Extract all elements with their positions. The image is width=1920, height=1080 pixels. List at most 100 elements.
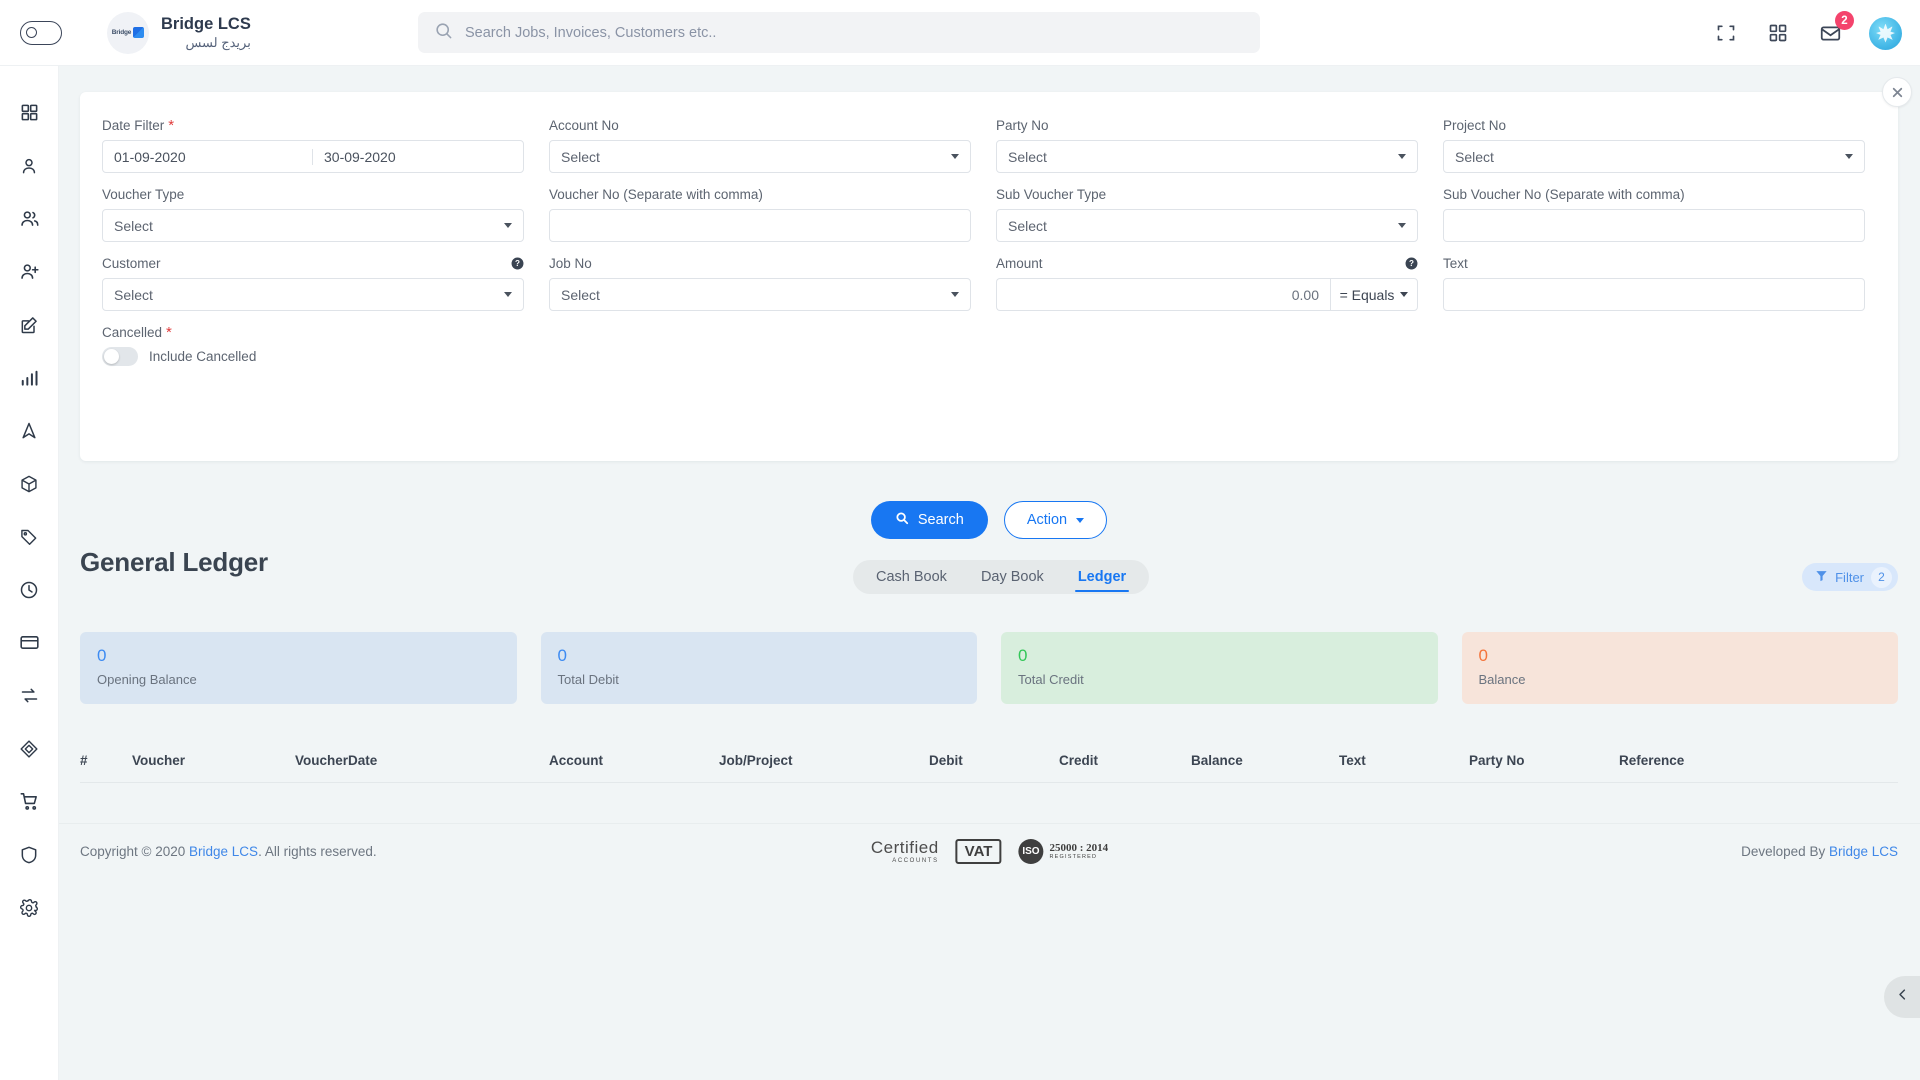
column-header[interactable]: Text	[1339, 753, 1469, 768]
sidebar-item-payments[interactable]	[0, 616, 59, 669]
customer-select[interactable]: Select	[102, 278, 524, 311]
field-account-no: Account No Select	[549, 116, 971, 173]
tab-cash-book[interactable]: Cash Book	[859, 560, 964, 594]
field-voucher-no: Voucher No (Separate with comma)	[549, 185, 971, 242]
field-voucher-type: Voucher Type Select	[102, 185, 524, 242]
help-icon[interactable]: ?	[511, 257, 524, 270]
action-button[interactable]: Action	[1003, 501, 1108, 539]
filter-button[interactable]: Filter 2	[1802, 563, 1898, 591]
global-search[interactable]	[418, 12, 1260, 53]
sidebar-item-package[interactable]	[0, 457, 59, 510]
sidebar-item-purchase[interactable]	[0, 775, 59, 828]
apps-grid-icon[interactable]	[1765, 20, 1791, 46]
voucher-no-input[interactable]	[549, 209, 971, 242]
job-no-value: Select	[561, 286, 600, 303]
vat-badge: VAT	[955, 838, 1002, 864]
sidebar-item-add-user[interactable]	[0, 245, 59, 298]
column-header[interactable]: Credit	[1059, 753, 1191, 768]
logo-text: Bridge	[111, 29, 132, 36]
sidebar-item-transfers[interactable]	[0, 669, 59, 722]
column-header[interactable]: Reference	[1619, 753, 1769, 768]
column-header[interactable]: VoucherDate	[295, 753, 549, 768]
account-no-select[interactable]: Select	[549, 140, 971, 173]
chevron-down-icon	[1398, 223, 1406, 228]
label-text-field: Text	[1443, 254, 1865, 272]
label-amount: Amount ?	[996, 254, 1418, 272]
sidebar-item-security[interactable]	[0, 828, 59, 881]
amount-operator-dropdown[interactable]: = Equals	[1330, 278, 1418, 311]
toggle-knob-icon	[104, 349, 119, 364]
text-input[interactable]	[1443, 278, 1865, 311]
panel-collapse-handle[interactable]	[1884, 976, 1920, 1018]
column-header[interactable]: Job/Project	[719, 753, 929, 768]
card-label: Opening Balance	[97, 672, 197, 688]
column-header[interactable]: Debit	[929, 753, 1059, 768]
sidebar-item-tags[interactable]	[0, 510, 59, 563]
sidebar-toggle-button[interactable]	[20, 20, 62, 45]
voucher-type-select[interactable]: Select	[102, 209, 524, 242]
column-header[interactable]: Balance	[1191, 753, 1339, 768]
avatar-image	[1876, 23, 1895, 43]
sidebar-item-users[interactable]	[0, 192, 59, 245]
avatar[interactable]	[1869, 16, 1902, 50]
certified-label: Certified	[870, 837, 939, 857]
label-voucher-no: Voucher No (Separate with comma)	[549, 185, 971, 203]
developer-link[interactable]: Bridge LCS	[1829, 844, 1898, 859]
tab-ledger[interactable]: Ledger	[1061, 560, 1143, 594]
card-value: 0	[1018, 646, 1028, 665]
label-sub-voucher-type: Sub Voucher Type	[996, 185, 1418, 203]
label-text: Project No	[1443, 117, 1507, 133]
include-cancelled-toggle[interactable]	[102, 347, 138, 366]
sub-voucher-type-select[interactable]: Select	[996, 209, 1418, 242]
amount-input[interactable]: 0.00	[996, 278, 1330, 311]
job-no-select[interactable]: Select	[549, 278, 971, 311]
sidebar-item-reports[interactable]	[0, 351, 59, 404]
search-icon	[895, 511, 909, 529]
fullscreen-icon[interactable]	[1713, 20, 1739, 46]
column-header[interactable]: Account	[549, 753, 719, 768]
tab-label: Cash Book	[876, 569, 947, 585]
column-header[interactable]: Party No	[1469, 753, 1619, 768]
chevron-down-icon	[1400, 292, 1409, 297]
sidebar-item-history[interactable]	[0, 563, 59, 616]
label-text: Date Filter	[102, 117, 165, 133]
action-button-label: Action	[1026, 512, 1068, 528]
date-from-input[interactable]: 01-09-2020	[103, 148, 313, 165]
help-icon[interactable]: ?	[1405, 257, 1418, 270]
column-header[interactable]: #	[80, 753, 132, 768]
search-button[interactable]: Search	[870, 501, 988, 539]
chevron-down-icon	[504, 292, 512, 297]
required-marker: *	[166, 323, 172, 341]
field-sub-voucher-type: Sub Voucher Type Select	[996, 185, 1418, 242]
search-input[interactable]	[465, 24, 1165, 41]
date-to-input[interactable]: 30-09-2020	[313, 149, 523, 165]
label-project-no: Project No	[1443, 116, 1865, 134]
tab-day-book[interactable]: Day Book	[964, 560, 1061, 594]
footer-brand-link[interactable]: Bridge LCS	[189, 844, 258, 859]
iso-registered: REGISTERED	[1049, 854, 1098, 861]
sidebar-item-navigation[interactable]	[0, 404, 59, 457]
project-no-select[interactable]: Select	[1443, 140, 1865, 173]
table-body-empty	[80, 783, 1898, 821]
toggle-knob-icon	[26, 27, 37, 38]
date-range-control[interactable]: 01-09-2020 30-09-2020	[102, 140, 524, 173]
sidebar-item-user[interactable]	[0, 139, 59, 192]
close-icon[interactable]	[1882, 77, 1912, 107]
card-label: Balance	[1478, 672, 1526, 688]
sidebar-item-dashboard[interactable]	[0, 86, 59, 139]
column-header[interactable]: Voucher	[132, 753, 295, 768]
copyright-prefix: Copyright © 2020	[80, 843, 190, 859]
sidebar-item-edit[interactable]	[0, 298, 59, 351]
party-no-select[interactable]: Select	[996, 140, 1418, 173]
label-text: Account No	[549, 117, 619, 133]
label-text: Job No	[549, 255, 592, 271]
amount-control: 0.00 = Equals	[996, 278, 1418, 311]
amount-value: 0.00	[1291, 286, 1319, 303]
sidebar-item-inventory[interactable]	[0, 722, 59, 775]
sub-voucher-no-input[interactable]	[1443, 209, 1865, 242]
mail-badge: 2	[1835, 11, 1854, 30]
brand[interactable]: Bridge Bridge LCS بريدج لسس	[107, 11, 251, 54]
required-marker: *	[168, 116, 175, 134]
sidebar-item-settings[interactable]	[0, 881, 59, 934]
mail-icon[interactable]: 2	[1817, 11, 1854, 46]
